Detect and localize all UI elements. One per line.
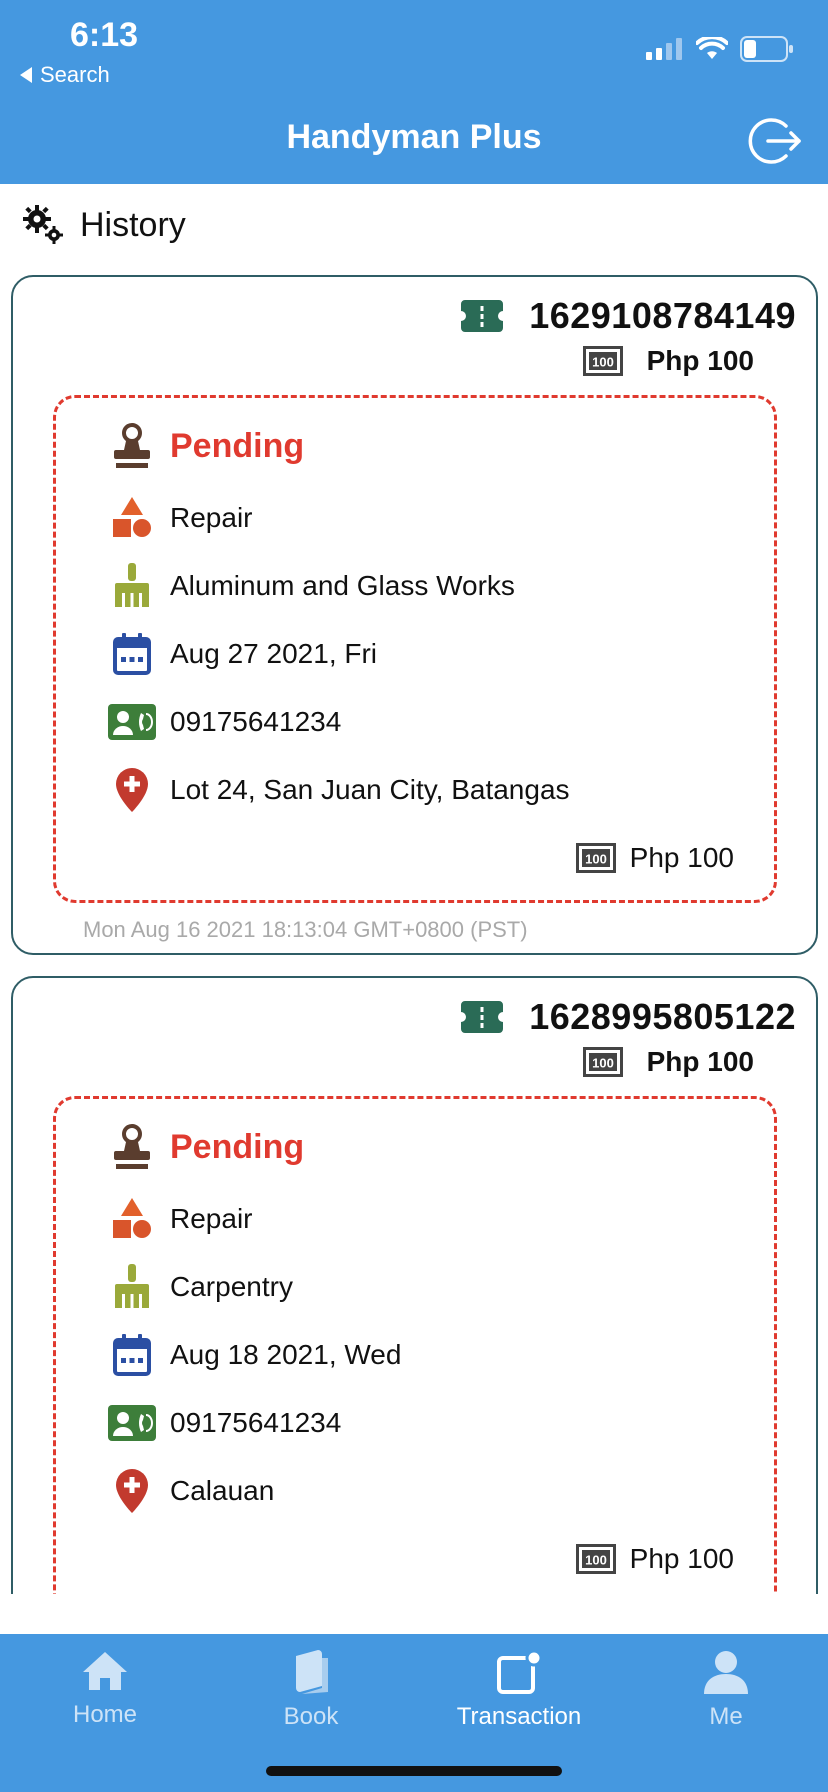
date-row: Aug 18 2021, Wed (108, 1331, 401, 1379)
shapes-icon (108, 1195, 156, 1243)
ticket-icon (461, 300, 504, 332)
ticket-number: 1628995805122 (529, 996, 796, 1037)
ticket-row: 1629108784149 (461, 295, 796, 337)
contact-card-icon (108, 1399, 156, 1447)
status-row: Pending (108, 1123, 304, 1171)
phone-row: 09175641234 (108, 1399, 341, 1447)
phone-text: 09175641234 (170, 706, 342, 737)
amount-row: 100 Php 100 (572, 834, 734, 882)
logout-icon[interactable] (748, 114, 802, 168)
money-bill-icon: 100 (572, 834, 620, 882)
date-row: Aug 27 2021, Fri (108, 630, 377, 678)
header-price: 100 Php 100 (582, 345, 754, 377)
category-row: Carpentry (108, 1263, 293, 1311)
stamp-icon (108, 1123, 156, 1171)
transaction-list[interactable]: 1629108784149 100 Php 100 Pending Repair… (0, 270, 828, 1594)
ticket-row: 1628995805122 (461, 996, 796, 1038)
address-text: Calauan (170, 1475, 275, 1506)
tab-home-label: Home (72, 1701, 138, 1728)
home-icon (83, 1652, 127, 1690)
created-timestamp: Mon Aug 16 2021 18:13:04 GMT+0800 (PST) (83, 917, 528, 942)
date-text: Aug 18 2021, Wed (170, 1339, 402, 1370)
category-row: Aluminum and Glass Works (108, 562, 515, 610)
money-bill-icon: 100 (582, 346, 623, 376)
amount-text: Php 100 (629, 1543, 734, 1574)
status-icons (646, 36, 794, 62)
category-text: Aluminum and Glass Works (170, 570, 515, 601)
tab-transaction-label: Transaction (456, 1703, 582, 1730)
svg-text:100: 100 (592, 1056, 614, 1071)
app-header: 6:13 Search Handyman Plus (0, 0, 828, 184)
address-row: Lot 24, San Juan City, Batangas (108, 766, 570, 814)
tab-me-label: Me (709, 1703, 743, 1730)
app-title: Handyman Plus (286, 118, 542, 156)
money-bill-icon: 100 (582, 1047, 623, 1077)
details-box: Pending Repair (53, 1096, 777, 1594)
status-time: 6:13 (70, 16, 139, 54)
tab-book-label: Book (283, 1703, 339, 1730)
service-row: Repair (108, 1195, 252, 1243)
service-text: Repair (170, 502, 253, 533)
phone-row: 09175641234 (108, 698, 341, 746)
service-row: Repair (108, 494, 252, 542)
calendar-icon (108, 630, 156, 678)
phone-text: 09175641234 (170, 1407, 342, 1438)
signal-icon (646, 38, 682, 60)
transaction-card[interactable]: 1628995805122 100 Php 100 Pending Repair… (11, 976, 818, 1594)
history-heading: History (22, 204, 186, 246)
tab-me[interactable]: Me (646, 1650, 806, 1731)
back-label: Search (40, 62, 110, 87)
status-text: Pending (170, 426, 305, 465)
user-icon (704, 1651, 748, 1694)
svg-text:100: 100 (592, 355, 614, 370)
shapes-icon (108, 494, 156, 542)
tab-home[interactable]: Home (25, 1650, 185, 1729)
header-price-text: Php 100 (646, 1046, 754, 1077)
status-row: Pending (108, 422, 304, 470)
status-text: Pending (170, 1127, 305, 1166)
date-text: Aug 27 2021, Fri (170, 638, 378, 669)
calendar-icon (108, 1331, 156, 1379)
home-indicator (266, 1766, 562, 1776)
transaction-icon (497, 1649, 543, 1694)
service-text: Repair (170, 1203, 253, 1234)
location-pin-icon (108, 766, 156, 814)
address-row: Calauan (108, 1467, 274, 1515)
gears-icon (23, 205, 63, 244)
details-box: Pending Repair (53, 395, 777, 903)
book-icon (296, 1650, 328, 1694)
broom-icon (108, 562, 156, 610)
header-price: 100 Php 100 (582, 1046, 754, 1078)
broom-icon (108, 1263, 156, 1311)
tab-transaction[interactable]: Transaction (439, 1649, 599, 1731)
stamp-icon (108, 422, 156, 470)
svg-text:100: 100 (585, 852, 607, 867)
battery-icon (740, 36, 793, 62)
back-arrow-icon (20, 67, 32, 83)
transaction-card[interactable]: 1629108784149 100 Php 100 Pending Repair… (11, 275, 818, 955)
history-title: History (80, 205, 186, 244)
amount-row: 100 Php 100 (572, 1535, 734, 1583)
address-text: Lot 24, San Juan City, Batangas (170, 774, 570, 805)
back-to-search-link[interactable]: Search (20, 62, 110, 88)
location-pin-icon (108, 1467, 156, 1515)
tab-book[interactable]: Book (231, 1650, 391, 1731)
money-bill-icon: 100 (572, 1535, 620, 1583)
amount-text: Php 100 (629, 842, 734, 873)
ticket-icon (461, 1001, 504, 1033)
ticket-number: 1629108784149 (529, 295, 796, 336)
wifi-icon (696, 37, 728, 59)
header-price-text: Php 100 (646, 345, 754, 376)
svg-text:100: 100 (585, 1553, 607, 1568)
category-text: Carpentry (170, 1271, 293, 1302)
contact-card-icon (108, 698, 156, 746)
